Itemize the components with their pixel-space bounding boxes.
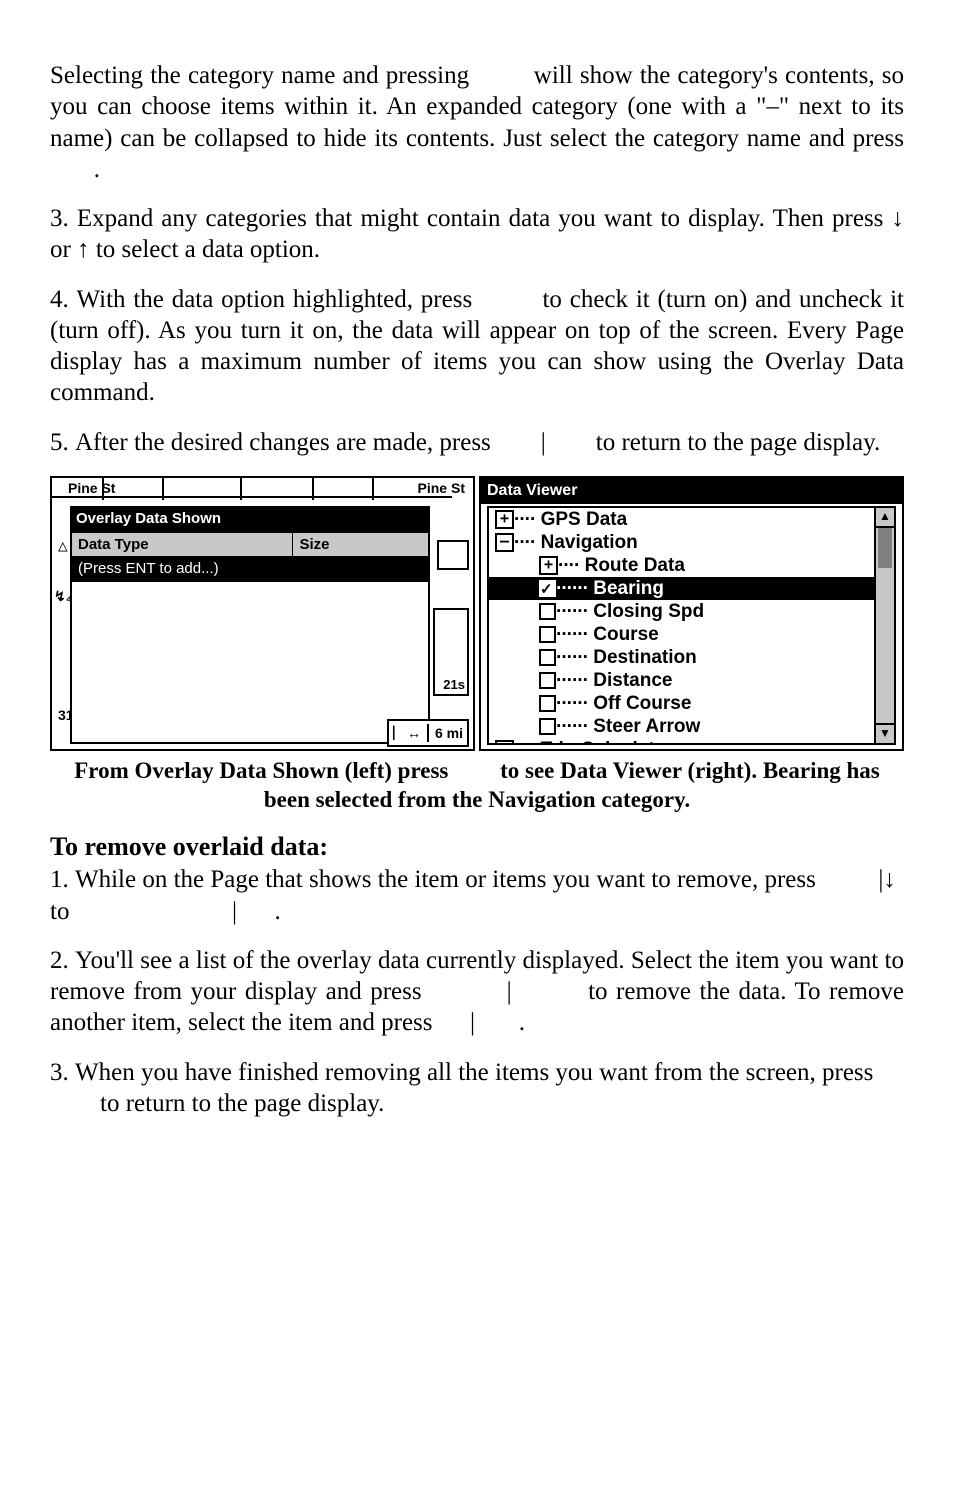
tree-item-label: Off Course xyxy=(593,693,691,714)
map-data-box-top xyxy=(437,540,469,570)
tree-item-label: Destination xyxy=(593,647,696,668)
tree-item-gps-data[interactable]: +···· GPS Data xyxy=(489,508,894,531)
scroll-up-icon[interactable]: ▲ xyxy=(876,508,894,528)
tree-connector-dots: ···· xyxy=(514,509,535,530)
tree-item-label: GPS Data xyxy=(541,509,628,530)
paragraph-6: 2. You'll see a list of the overlay data… xyxy=(50,945,904,1039)
remove-overlaid-heading: To remove overlaid data: xyxy=(50,832,904,862)
map-scale-value: 6 mi xyxy=(435,725,463,741)
scroll-down-icon[interactable]: ▼ xyxy=(876,723,894,743)
map-scale-box: ⎸ ↔ 6 mi xyxy=(387,719,469,747)
paragraph-3: 4. With the data option highlighted, pre… xyxy=(50,284,904,409)
paragraph-1: Selecting the category name and pressing… xyxy=(50,60,904,185)
tree-connector-dots: ······ xyxy=(556,670,588,691)
tree-item-label: Bearing xyxy=(593,578,664,599)
checkbox-icon[interactable] xyxy=(539,649,556,666)
scroll-thumb[interactable] xyxy=(878,528,892,568)
tree-item-label: Course xyxy=(593,624,658,645)
data-viewer-title: Data Viewer xyxy=(481,478,902,504)
tree-connector-dots: ······ xyxy=(556,624,588,645)
map-street-label-right: Pine St xyxy=(418,480,465,496)
tree-scrollbar[interactable]: ▲ ▼ xyxy=(874,508,894,743)
overlay-data-list-empty xyxy=(70,582,430,744)
overlay-data-title: Overlay Data Shown xyxy=(70,506,430,531)
tree-item-route-data[interactable]: +···· Route Data xyxy=(489,554,894,577)
expand-icon[interactable]: + xyxy=(495,510,514,529)
overlay-data-window: Overlay Data Shown Data Type Size (Press… xyxy=(70,506,430,744)
tree-item-course[interactable]: ······ Course xyxy=(489,623,894,646)
tree-item-closing-spd[interactable]: ······ Closing Spd xyxy=(489,600,894,623)
tree-connector-dots: ···· xyxy=(514,532,535,553)
press-ent-hint[interactable]: (Press ENT to add...) xyxy=(71,556,429,581)
paragraph-5: 1. While on the Page that shows the item… xyxy=(50,864,904,927)
tree-item-trip-calculator[interactable]: +···· Trip Calculator xyxy=(489,738,894,745)
figure-data-viewer: Data Viewer +···· GPS Data–···· Navigati… xyxy=(479,476,904,751)
tree-item-label: Trip Calculator xyxy=(541,739,674,745)
expand-icon[interactable]: + xyxy=(539,556,558,575)
col-header-data-type: Data Type xyxy=(71,532,293,557)
tree-item-bearing[interactable]: ······ Bearing xyxy=(489,577,894,600)
tree-item-steer-arrow[interactable]: ······ Steer Arrow xyxy=(489,715,894,738)
checkbox-icon[interactable] xyxy=(539,718,556,735)
tree-item-destination[interactable]: ······ Destination xyxy=(489,646,894,669)
paragraph-4: 5. After the desired changes are made, p… xyxy=(50,427,904,458)
paragraph-2: 3. Expand any categories that might cont… xyxy=(50,203,904,266)
figure-overlay-data-shown: Pine St Pine St △ ↯₄ 31 Overlay Data Sho… xyxy=(50,476,475,751)
map-data-box-mid: 21s xyxy=(433,608,469,696)
paragraph-7: 3. When you have finished removing all t… xyxy=(50,1057,904,1120)
col-header-size: Size xyxy=(293,532,429,557)
tree-connector-dots: ···· xyxy=(514,739,535,745)
tree-item-label: Distance xyxy=(593,670,672,691)
tree-connector-dots: ······ xyxy=(556,716,588,737)
map-street-label-left: Pine St xyxy=(68,480,115,496)
expand-icon[interactable]: + xyxy=(495,740,514,745)
collapse-icon[interactable]: – xyxy=(495,533,514,552)
tree-item-navigation[interactable]: –···· Navigation xyxy=(489,531,894,554)
overlay-data-table: Data Type Size (Press ENT to add...) xyxy=(70,531,430,582)
tree-item-label: Steer Arrow xyxy=(593,716,700,737)
tree-connector-dots: ······ xyxy=(556,693,588,714)
tree-item-label: Closing Spd xyxy=(593,601,704,622)
tree-connector-dots: ······ xyxy=(556,578,588,599)
tree-connector-dots: ···· xyxy=(558,555,579,576)
map-arrow-icon: △ xyxy=(58,536,68,555)
data-viewer-tree: +···· GPS Data–···· Navigation+···· Rout… xyxy=(487,506,896,745)
tree-item-label: Route Data xyxy=(585,555,685,576)
checkbox-icon[interactable] xyxy=(539,672,556,689)
checkbox-icon[interactable] xyxy=(539,695,556,712)
tree-item-label: Navigation xyxy=(541,532,638,553)
tree-item-off-course[interactable]: ······ Off Course xyxy=(489,692,894,715)
checkbox-icon[interactable] xyxy=(539,580,556,597)
checkbox-icon[interactable] xyxy=(539,603,556,620)
figure-caption: From Overlay Data Shown (left) press to … xyxy=(50,757,904,815)
tree-connector-dots: ······ xyxy=(556,601,588,622)
arrow-left-right-icon: ↔ xyxy=(407,725,421,741)
checkbox-icon[interactable] xyxy=(539,626,556,643)
tree-connector-dots: ······ xyxy=(556,647,588,668)
tree-item-distance[interactable]: ······ Distance xyxy=(489,669,894,692)
